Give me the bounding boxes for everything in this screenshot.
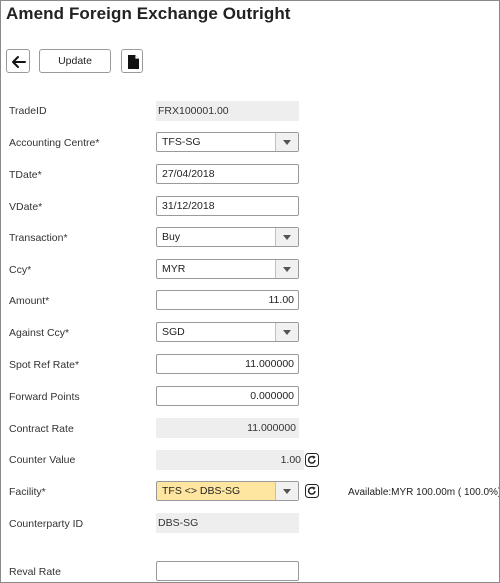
vdate-input[interactable]: 31/12/2018: [156, 196, 299, 216]
chevron-down-icon: [283, 235, 291, 240]
update-button[interactable]: Update: [39, 49, 111, 73]
facility-value: TFS <> DBS-SG: [162, 485, 241, 497]
contract-rate-label: Contract Rate: [9, 423, 74, 435]
ccy-value: MYR: [162, 263, 186, 275]
left-arrow-icon: [12, 56, 26, 68]
facility-label: Facility*: [9, 486, 46, 498]
counterparty-id-value: DBS-SG: [156, 513, 299, 533]
contract-rate-value: 11.000000: [156, 418, 299, 438]
ccy-label: Ccy*: [9, 264, 32, 276]
trade-id-label: TradeID: [9, 105, 47, 117]
tdate-label: TDate*: [9, 169, 42, 181]
document-icon: [128, 55, 139, 69]
forward-points-label: Forward Points: [9, 391, 80, 403]
ccy-dropdown-toggle[interactable]: [275, 260, 298, 278]
chevron-down-icon: [283, 330, 291, 335]
chevron-down-icon: [283, 489, 291, 494]
transaction-value: Buy: [162, 231, 181, 243]
vdate-label: VDate*: [9, 201, 43, 213]
trade-id-value: FRX100001.00: [156, 101, 299, 121]
amount-input[interactable]: 11.00: [156, 290, 299, 310]
chevron-down-icon: [283, 140, 291, 145]
counterparty-id-label: Counterparty ID: [9, 518, 84, 530]
against-ccy-select[interactable]: SGD: [156, 322, 299, 342]
forward-points-input[interactable]: 0.000000: [156, 386, 299, 406]
against-ccy-dropdown-toggle[interactable]: [275, 323, 298, 341]
back-button[interactable]: [6, 49, 30, 73]
chevron-down-icon: [283, 267, 291, 272]
counter-value-label: Counter Value: [9, 454, 76, 466]
accounting-centre-select[interactable]: TFS-SG: [156, 132, 299, 152]
accounting-centre-value: TFS-SG: [162, 136, 201, 148]
counter-value-value: 1.00: [156, 450, 304, 470]
refresh-icon[interactable]: [305, 484, 319, 498]
ccy-select[interactable]: MYR: [156, 259, 299, 279]
facility-available-text: Available:MYR 100.00m ( 100.0%): [348, 487, 500, 498]
reval-rate-label: Reval Rate: [9, 566, 61, 578]
amount-label: Amount*: [9, 295, 50, 307]
spot-ref-rate-input[interactable]: 11.000000: [156, 354, 299, 374]
facility-dropdown-toggle[interactable]: [275, 482, 298, 500]
transaction-dropdown-toggle[interactable]: [275, 228, 298, 246]
transaction-select[interactable]: Buy: [156, 227, 299, 247]
tdate-input[interactable]: 27/04/2018: [156, 164, 299, 184]
accounting-centre-dropdown-toggle[interactable]: [275, 133, 298, 151]
against-ccy-label: Against Ccy*: [9, 327, 70, 339]
facility-select[interactable]: TFS <> DBS-SG: [156, 481, 299, 501]
refresh-icon[interactable]: [305, 453, 319, 467]
accounting-centre-label: Accounting Centre*: [9, 137, 100, 149]
against-ccy-value: SGD: [162, 326, 185, 338]
page-title: Amend Foreign Exchange Outright: [6, 4, 291, 23]
reval-rate-input[interactable]: [156, 561, 299, 581]
transaction-label: Transaction*: [9, 232, 68, 244]
spot-ref-rate-label: Spot Ref Rate*: [9, 359, 80, 371]
document-button[interactable]: [121, 49, 143, 73]
amend-fx-outright-window: Amend Foreign Exchange Outright Update T…: [0, 0, 500, 583]
